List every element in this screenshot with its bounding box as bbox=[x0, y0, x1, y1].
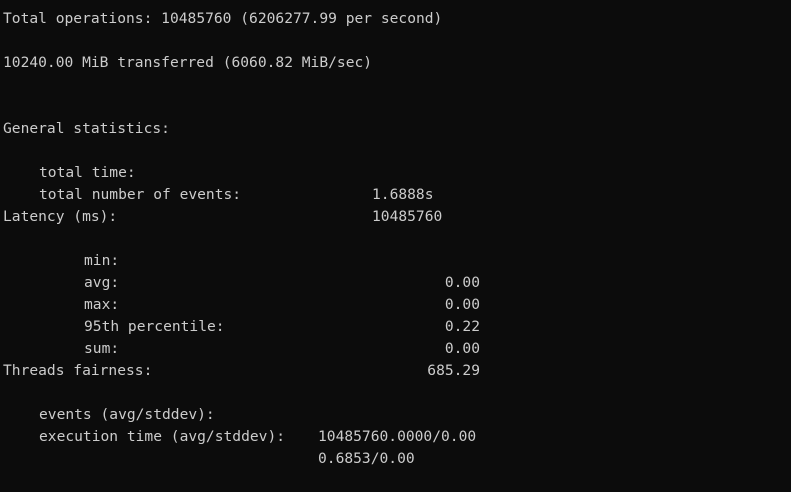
transferred-rate: (6060.82 MiB/sec) bbox=[222, 54, 373, 71]
fairness-events-value: 10485760.0000/0.00 bbox=[318, 428, 477, 445]
latency-p95-value: 0.00 bbox=[444, 340, 480, 357]
transferred-label: transferred bbox=[117, 54, 214, 71]
total-events-row: total number of events: 10485760 bbox=[0, 162, 791, 225]
terminal-output: Total operations: 10485760 (6206277.99 p… bbox=[0, 0, 791, 467]
total-operations-label: Total operations: bbox=[3, 10, 153, 27]
latency-row: sum: 685.29 bbox=[0, 316, 791, 379]
total-time-row: total time: 1.6888s bbox=[0, 140, 791, 203]
total-operations-value: 10485760 bbox=[161, 10, 232, 27]
fairness-exec-label: execution time (avg/stddev): bbox=[39, 428, 286, 445]
total-operations-line: Total operations: 10485760 (6206277.99 p… bbox=[3, 8, 442, 30]
threads-fairness-heading: Threads fairness: bbox=[3, 362, 153, 379]
latency-sum-label: sum: bbox=[84, 340, 120, 357]
latency-row: avg: 0.00 bbox=[0, 250, 791, 313]
latency-row: min: 0.00 bbox=[0, 228, 791, 291]
fairness-exec-value: 0.6853/0.00 bbox=[318, 450, 415, 467]
total-time-value: 1.6888s bbox=[372, 186, 434, 203]
total-operations-rate: (6206277.99 per second) bbox=[240, 10, 443, 27]
transferred-line: 10240.00 MiB transferred (6060.82 MiB/se… bbox=[3, 52, 372, 74]
total-events-label: total number of events: bbox=[39, 186, 242, 203]
latency-row: max: 0.22 bbox=[0, 272, 791, 335]
fairness-exec-row: execution time (avg/stddev): 0.6853/0.00 bbox=[0, 404, 791, 467]
general-statistics-heading: General statistics: bbox=[3, 120, 170, 137]
transferred-amount: 10240.00 MiB bbox=[3, 54, 109, 71]
latency-row: 95th percentile: 0.00 bbox=[0, 294, 791, 357]
latency-sum-value: 685.29 bbox=[427, 362, 480, 379]
fairness-events-row: events (avg/stddev): 10485760.0000/0.00 bbox=[0, 382, 791, 445]
latency-heading: Latency (ms): bbox=[3, 208, 118, 225]
total-events-value: 10485760 bbox=[372, 208, 443, 225]
